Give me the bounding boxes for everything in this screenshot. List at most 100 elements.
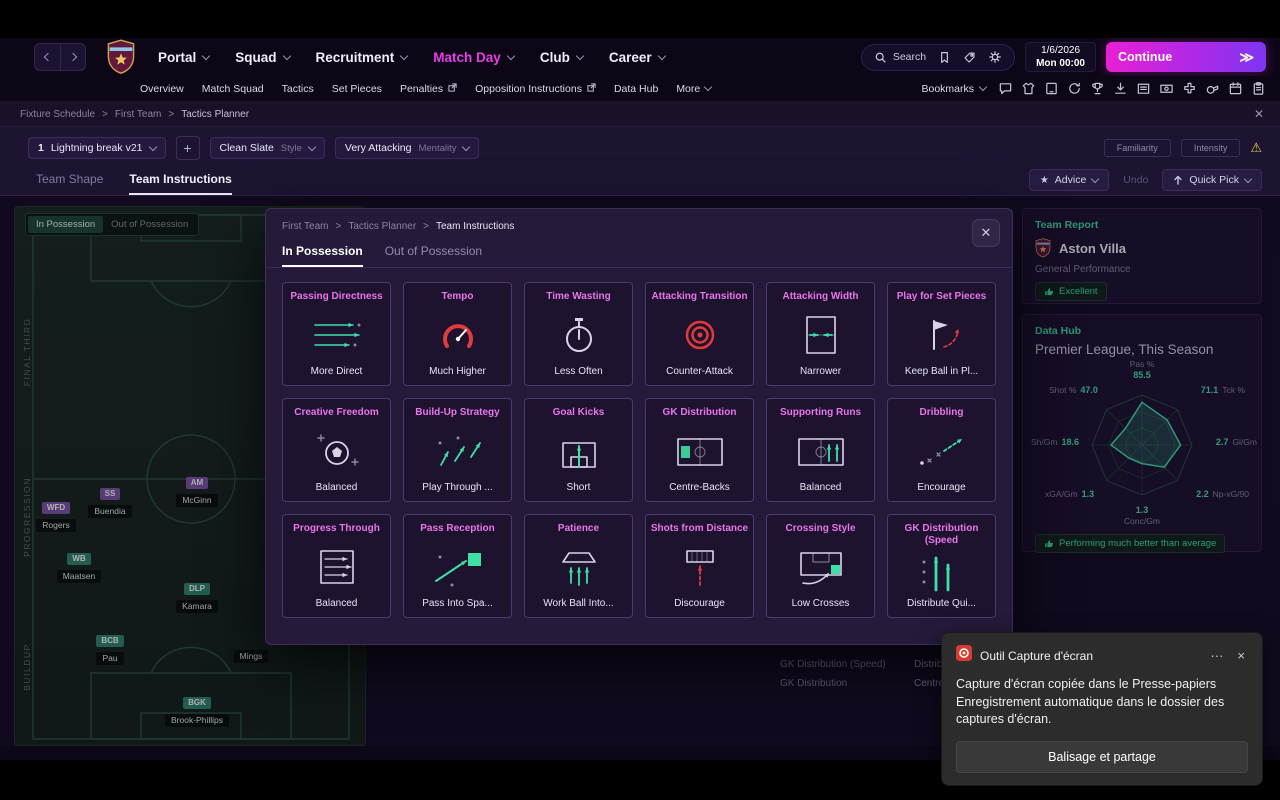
attacking-transition-icon [670, 313, 730, 357]
modal-tab-in-possession[interactable]: In Possession [282, 244, 363, 267]
toast-close-button[interactable]: × [1234, 648, 1248, 663]
subnav-data-hub[interactable]: Data Hub [614, 83, 658, 95]
modal-tab-out-of-possession[interactable]: Out of Possession [385, 244, 482, 267]
instruction-card-passing-directness[interactable]: Passing DirectnessMore Direct [282, 282, 391, 386]
instruction-card-gk-distribution-speed[interactable]: GK Distribution (SpeedDistribute Qui... [887, 514, 996, 618]
instruction-card-attacking-width[interactable]: Attacking WidthNarrower [766, 282, 875, 386]
continue-button[interactable]: Continue ≫ [1106, 42, 1266, 72]
undo-button[interactable]: Undo [1123, 174, 1148, 186]
medical-icon[interactable] [1182, 81, 1197, 96]
tab-team-shape[interactable]: Team Shape [36, 172, 103, 195]
finance-icon[interactable] [1159, 81, 1174, 96]
instruction-card-attacking-transition[interactable]: Attacking TransitionCounter-Attack [645, 282, 754, 386]
instruction-card-shots-from-distance[interactable]: Shots from DistanceDiscourage [645, 514, 754, 618]
notes-icon[interactable] [1251, 81, 1266, 96]
close-panel-button[interactable]: ✕ [1254, 107, 1264, 121]
instruction-card-dribbling[interactable]: DribblingEncourage [887, 398, 996, 502]
nav-career[interactable]: Career [609, 50, 665, 65]
card-value: Less Often [554, 366, 602, 377]
nav-club[interactable]: Club [540, 50, 583, 65]
mentality-select[interactable]: Very Attacking Mentality [335, 137, 480, 159]
instruction-card-build-up-strategy[interactable]: Build-Up StrategyPlay Through ... [403, 398, 512, 502]
subnav-more[interactable]: More [676, 83, 711, 95]
instruction-card-time-wasting[interactable]: Time WastingLess Often [524, 282, 633, 386]
calendar-icon[interactable] [1228, 81, 1243, 96]
summary-label: GK Distribution (Speed) [780, 659, 900, 670]
search-button[interactable]: Search [874, 51, 926, 64]
card-value: More Direct [311, 366, 363, 377]
player-name: Mings [234, 650, 269, 663]
breadcrumb-item[interactable]: First Team [282, 221, 329, 232]
instruction-card-progress-through[interactable]: Progress ThroughBalanced [282, 514, 391, 618]
subnav-overview[interactable]: Overview [140, 83, 184, 95]
club-crest-icon[interactable] [106, 39, 136, 75]
breadcrumb: Fixture Schedule>First Team>Tactics Plan… [20, 109, 249, 120]
player-name: Kamara [176, 600, 218, 613]
instruction-card-creative-freedom[interactable]: Creative FreedomBalanced [282, 398, 391, 502]
player-mings[interactable]: Mings [219, 646, 283, 664]
instruction-card-tempo[interactable]: TempoMuch Higher [403, 282, 512, 386]
card-value: Encourage [917, 482, 965, 493]
nav-recruitment[interactable]: Recruitment [316, 50, 408, 65]
chevron-down-icon [462, 142, 470, 150]
instruction-card-pass-reception[interactable]: Pass ReceptionPass Into Spa... [403, 514, 512, 618]
player-mcginn[interactable]: AMMcGinn [165, 472, 229, 508]
game-date[interactable]: 1/6/2026 Mon 00:00 [1025, 42, 1096, 72]
instruction-card-supporting-runs[interactable]: Supporting RunsBalanced [766, 398, 875, 502]
nav-match-day[interactable]: Match Day [433, 50, 514, 65]
tactic-select[interactable]: 1 Lightning break v21 [28, 137, 166, 159]
player-brook-phillips[interactable]: BGKBrook-Phillips [165, 692, 229, 728]
instruction-card-patience[interactable]: PatienceWork Ball Into... [524, 514, 633, 618]
tab-team-instructions[interactable]: Team Instructions [129, 172, 231, 195]
gear-icon[interactable] [988, 50, 1002, 64]
kit-icon[interactable] [1021, 81, 1036, 96]
tactic-name: Lightning break v21 [51, 142, 143, 154]
breadcrumb-item[interactable]: Team Instructions [436, 221, 514, 232]
toast-action-button[interactable]: Balisage et partage [956, 741, 1248, 773]
quick-pick-button[interactable]: Quick Pick [1162, 169, 1262, 191]
forward-button[interactable] [60, 44, 85, 70]
device-icon[interactable] [1044, 81, 1059, 96]
refresh-icon[interactable] [1067, 81, 1082, 96]
subnav-set-pieces[interactable]: Set Pieces [332, 83, 382, 95]
instruction-card-gk-distribution[interactable]: GK DistributionCentre-Backs [645, 398, 754, 502]
toast-menu-button[interactable]: ··· [1207, 648, 1226, 663]
breadcrumb-item[interactable]: Fixture Schedule [20, 109, 95, 120]
trophy-icon[interactable] [1090, 81, 1105, 96]
add-tactic-button[interactable]: + [176, 136, 200, 160]
screenshot-toast: Outil Capture d'écran ··· × Capture d'éc… [941, 632, 1263, 786]
instruction-card-play-for-set-pieces[interactable]: Play for Set PiecesKeep Ball in Pl... [887, 282, 996, 386]
player-pau[interactable]: BCBPau [78, 630, 142, 666]
card-title: Goal Kicks [553, 407, 605, 419]
subnav-penalties[interactable]: Penalties [400, 83, 457, 95]
player-rogers[interactable]: WFDRogers [24, 497, 88, 533]
chat-icon[interactable] [998, 81, 1013, 96]
team-name[interactable]: Aston Villa [1059, 241, 1126, 256]
instruction-card-goal-kicks[interactable]: Goal KicksShort [524, 398, 633, 502]
card-title: Pass Reception [420, 523, 494, 535]
subnav-match-squad[interactable]: Match Squad [202, 83, 264, 95]
subnav-opposition-instructions[interactable]: Opposition Instructions [475, 83, 596, 95]
bookmarks-dropdown[interactable]: Bookmarks [921, 83, 986, 95]
player-kamara[interactable]: DLPKamara [165, 578, 229, 614]
tag-icon[interactable] [963, 51, 976, 64]
style-select[interactable]: Clean Slate Style [210, 137, 325, 159]
breadcrumb-item[interactable]: Tactics Planner [348, 221, 416, 232]
breadcrumb-item[interactable]: First Team [115, 109, 162, 120]
zone-label-final-third: FINAL THIRD [22, 312, 32, 392]
download-icon[interactable] [1113, 81, 1128, 96]
pitch-tab-out-of-possession[interactable]: Out of Possession [103, 216, 196, 233]
bookmark-icon[interactable] [938, 51, 951, 64]
breadcrumb-item[interactable]: Tactics Planner [181, 109, 249, 120]
whistle-icon[interactable] [1205, 81, 1220, 96]
instruction-card-crossing-style[interactable]: Crossing StyleLow Crosses [766, 514, 875, 618]
subnav-tactics[interactable]: Tactics [282, 83, 314, 95]
nav-squad[interactable]: Squad [235, 50, 289, 65]
advice-button[interactable]: ★ Advice [1029, 169, 1109, 191]
modal-close-button[interactable]: ✕ [972, 219, 1000, 247]
player-maatsen[interactable]: WBMaatsen [47, 548, 111, 584]
nav-portal[interactable]: Portal [158, 50, 209, 65]
news-icon[interactable] [1136, 81, 1151, 96]
pitch-tab-in-possession[interactable]: In Possession [28, 216, 103, 233]
back-button[interactable] [35, 44, 60, 70]
